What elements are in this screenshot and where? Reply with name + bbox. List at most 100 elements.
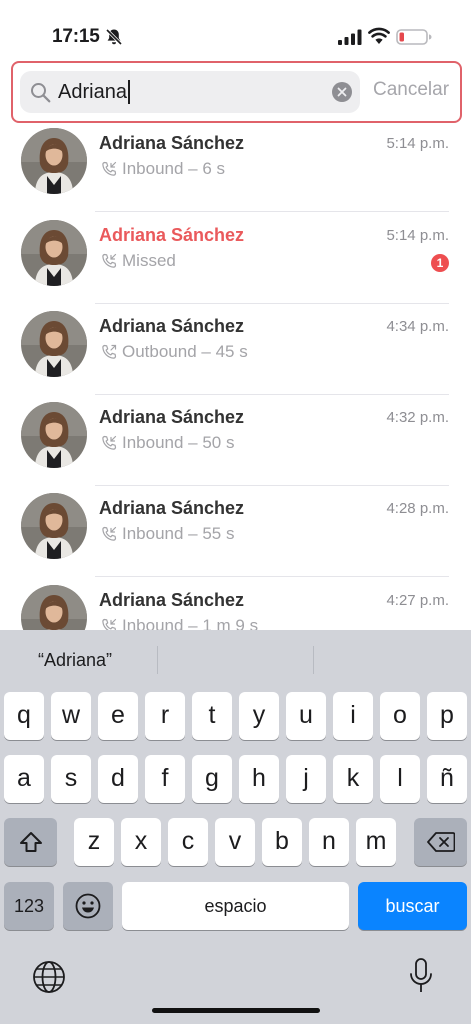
- avatar[interactable]: [21, 311, 87, 377]
- key-e[interactable]: e: [98, 692, 138, 740]
- call-list-item[interactable]: Adriana Sánchez Inbound – 50 s 4:32 p.m.: [0, 398, 471, 489]
- call-detail: Missed: [101, 251, 176, 271]
- key-n[interactable]: n: [309, 818, 349, 866]
- key-g[interactable]: g: [192, 755, 232, 803]
- key-w[interactable]: w: [51, 692, 91, 740]
- phone-inbound-icon: [102, 526, 117, 541]
- row-separator: [95, 394, 449, 395]
- call-time: 4:27 p.m.: [386, 592, 449, 609]
- contact-name: Adriana Sánchez: [99, 225, 245, 245]
- suggestion-item[interactable]: “Adriana”: [38, 650, 112, 671]
- call-detail-text: Outbound – 45 s: [122, 342, 248, 361]
- numbers-key[interactable]: 123: [4, 882, 54, 930]
- key-f[interactable]: f: [145, 755, 185, 803]
- avatar-photo: [21, 402, 87, 468]
- call-time: 4:28 p.m.: [386, 500, 449, 517]
- avatar[interactable]: [21, 220, 87, 286]
- row-separator: [95, 211, 449, 212]
- signal-icon: [338, 29, 362, 45]
- call-detail-text: Missed: [122, 251, 176, 270]
- key-u[interactable]: u: [286, 692, 326, 740]
- key-s[interactable]: s: [51, 755, 91, 803]
- call-time: 5:14 p.m.: [386, 135, 449, 152]
- mic-icon[interactable]: [408, 958, 434, 994]
- call-list-item[interactable]: Adriana Sánchez Inbound – 1 m 9 s 4:27 p…: [0, 581, 471, 630]
- phone-inbound-icon: [102, 618, 117, 630]
- suggestion-divider: [313, 646, 314, 674]
- call-list-item[interactable]: Adriana Sánchez Inbound – 55 s 4:28 p.m.: [0, 489, 471, 580]
- avatar-photo: [21, 128, 87, 194]
- call-time: 5:14 p.m.: [386, 227, 449, 244]
- avatar-photo: [21, 311, 87, 377]
- call-detail: Outbound – 45 s: [101, 342, 248, 362]
- cancel-button[interactable]: Cancelar: [373, 79, 449, 101]
- avatar[interactable]: [21, 585, 87, 630]
- suggestion-divider: [157, 646, 158, 674]
- space-key[interactable]: espacio: [122, 882, 349, 930]
- avatar-photo: [21, 493, 87, 559]
- call-list-item[interactable]: Adriana Sánchez Inbound – 6 s 5:14 p.m.: [0, 124, 471, 215]
- call-list: Adriana Sánchez Inbound – 6 s 5:14 p.m. …: [0, 120, 471, 630]
- key-v[interactable]: v: [215, 818, 255, 866]
- status-bar: 17:15: [0, 0, 471, 60]
- key-c[interactable]: c: [168, 818, 208, 866]
- search-icon: [31, 83, 51, 103]
- key-r[interactable]: r: [145, 692, 185, 740]
- contact-name: Adriana Sánchez: [99, 498, 245, 518]
- key-ñ[interactable]: ñ: [427, 755, 467, 803]
- key-z[interactable]: z: [74, 818, 114, 866]
- key-o[interactable]: o: [380, 692, 420, 740]
- key-j[interactable]: j: [286, 755, 326, 803]
- call-detail-text: Inbound – 1 m 9 s: [122, 616, 259, 630]
- emoji-key[interactable]: [63, 882, 113, 930]
- key-t[interactable]: t: [192, 692, 232, 740]
- search-bar: Adriana Cancelar: [11, 61, 462, 123]
- avatar-photo: [21, 585, 87, 630]
- suggestion-bar: “Adriana”: [0, 630, 471, 690]
- phone-inbound-icon: [102, 435, 117, 450]
- call-detail-text: Inbound – 55 s: [122, 524, 235, 543]
- bell-slash-icon: [105, 28, 123, 46]
- key-k[interactable]: k: [333, 755, 373, 803]
- key-b[interactable]: b: [262, 818, 302, 866]
- call-list-item[interactable]: Adriana Sánchez Outbound – 45 s 4:34 p.m…: [0, 307, 471, 398]
- phone-inbound-icon: [102, 161, 117, 176]
- keyboard: “Adriana” 123 espacio buscar qwertyu i o…: [0, 630, 471, 1024]
- key-m[interactable]: m: [356, 818, 396, 866]
- avatar[interactable]: [21, 493, 87, 559]
- call-time: 4:34 p.m.: [386, 318, 449, 335]
- avatar-photo: [21, 220, 87, 286]
- search-value: Adriana: [58, 80, 130, 104]
- delete-icon: [426, 832, 455, 852]
- call-detail-text: Inbound – 6 s: [122, 159, 226, 178]
- avatar[interactable]: [21, 128, 87, 194]
- key-d[interactable]: d: [98, 755, 138, 803]
- key-a[interactable]: a: [4, 755, 44, 803]
- key-p[interactable]: p: [427, 692, 467, 740]
- unread-badge: 1: [431, 254, 449, 272]
- phone-outbound-icon: [102, 344, 117, 359]
- row-separator: [95, 485, 449, 486]
- contact-name: Adriana Sánchez: [99, 133, 245, 153]
- shift-key[interactable]: [4, 818, 57, 866]
- shift-icon: [19, 832, 42, 852]
- phone-inbound-icon: [102, 253, 117, 268]
- call-time: 4:32 p.m.: [386, 409, 449, 426]
- battery-icon: [396, 29, 432, 45]
- call-list-item[interactable]: Adriana Sánchez Missed 5:14 p.m. 1: [0, 216, 471, 307]
- key-i[interactable]: i: [333, 692, 373, 740]
- status-time: 17:15: [52, 26, 100, 47]
- search-key[interactable]: buscar: [358, 882, 467, 930]
- delete-key[interactable]: [414, 818, 467, 866]
- key-x[interactable]: x: [121, 818, 161, 866]
- home-indicator[interactable]: [152, 1008, 320, 1013]
- search-input[interactable]: Adriana: [20, 71, 360, 113]
- key-h[interactable]: h: [239, 755, 279, 803]
- globe-icon[interactable]: [32, 960, 66, 994]
- clear-icon[interactable]: [332, 82, 352, 102]
- avatar[interactable]: [21, 402, 87, 468]
- key-l[interactable]: l: [380, 755, 420, 803]
- key-q[interactable]: q: [4, 692, 44, 740]
- contact-name: Adriana Sánchez: [99, 316, 245, 336]
- key-y[interactable]: y: [239, 692, 279, 740]
